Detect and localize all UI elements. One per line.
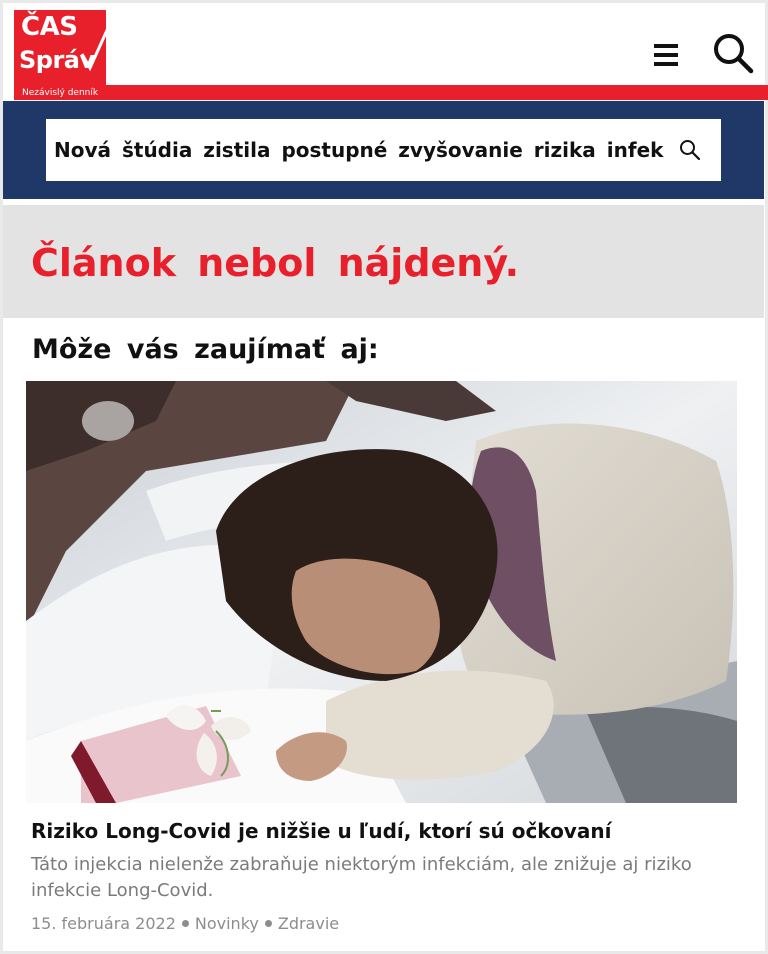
not-found-message: Článok nebol nájdený. <box>31 241 520 285</box>
search-icon[interactable] <box>712 32 754 74</box>
article-date: 15. februára 2022 <box>31 914 176 933</box>
logo-line1: ČAS <box>21 12 78 42</box>
hamburger-menu-icon[interactable] <box>654 42 679 68</box>
search-submit-icon[interactable] <box>678 138 702 162</box>
logo-checkmark-icon <box>80 27 110 72</box>
meta-separator-dot <box>181 920 189 927</box>
site-header: ČAS Správ Nezávislý denník <box>6 6 768 100</box>
article-category-link[interactable]: Novinky <box>195 914 259 933</box>
header-red-bar <box>106 85 768 100</box>
article-title-link[interactable]: Riziko Long-Covid je nižšie u ľudí, ktor… <box>31 819 611 843</box>
search-band: Nová štúdia zistila postupné zvyšovanie … <box>3 101 764 199</box>
article-meta: 15. februára 2022 Novinky Zdravie <box>31 914 339 933</box>
search-input[interactable]: Nová štúdia zistila postupné zvyšovanie … <box>46 119 721 181</box>
article-photo-illustration <box>26 381 737 803</box>
article-category-link[interactable]: Zdravie <box>278 914 339 933</box>
suggestions-heading: Môže vás zaujímať aj: <box>32 334 379 365</box>
article-image[interactable] <box>26 381 737 803</box>
logo-tagline: Nezávislý denník <box>22 88 99 98</box>
site-logo[interactable]: ČAS Správ Nezávislý denník <box>14 10 110 100</box>
article-description: Táto injekcia nielenže zabraňuje niektor… <box>31 854 692 901</box>
not-found-banner: Článok nebol nájdený. <box>3 205 764 318</box>
meta-separator-dot <box>264 920 272 927</box>
search-input-value[interactable]: Nová štúdia zistila postupné zvyšovanie … <box>54 138 663 162</box>
